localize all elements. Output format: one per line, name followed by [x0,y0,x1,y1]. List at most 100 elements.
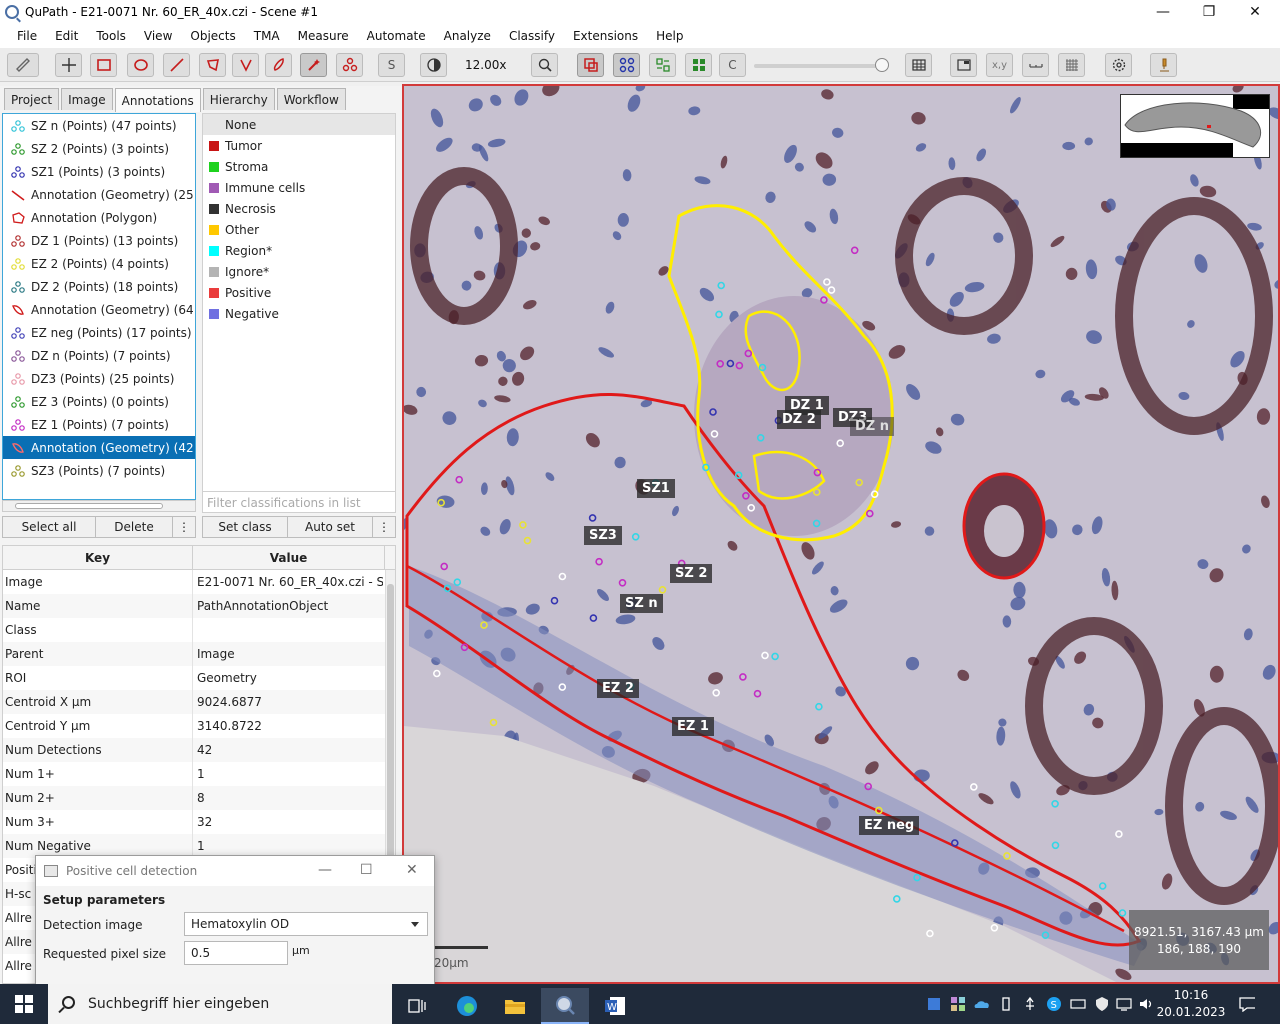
show-grid-button[interactable] [905,53,932,77]
class-list-item[interactable]: Ignore* [203,261,395,282]
points-tool-button[interactable] [336,53,363,77]
task-view-button[interactable] [393,988,441,1024]
class-list-item[interactable]: Region* [203,240,395,261]
pixel-size-input[interactable]: 0.5 [184,941,288,965]
roi-label-sz1[interactable]: SZ1 [637,479,675,498]
table-row[interactable]: Name PathAnnotationObject [3,594,395,618]
file-explorer-button[interactable] [491,988,539,1024]
move-tool-button[interactable] [55,53,82,77]
menu-tools[interactable]: Tools [87,29,135,43]
annotation-list-item[interactable]: EZ 3 (Points) (0 points) [3,390,195,413]
table-row[interactable]: Centroid Y µm 3140.8722 [3,714,395,738]
maximize-button[interactable]: ❐ [1186,0,1232,24]
show-overview-button[interactable] [950,53,977,77]
menu-classify[interactable]: Classify [500,29,564,43]
value-column-header[interactable]: Value [193,546,385,569]
fill-detections-button[interactable] [685,53,712,77]
table-row[interactable]: Num 3+ 32 [3,810,395,834]
dialog-maximize-button[interactable]: ☐ [360,862,373,878]
close-button[interactable]: ✕ [1232,0,1278,24]
edge-browser-button[interactable] [443,988,491,1024]
annotation-list-item[interactable]: DZ 1 (Points) (13 points) [3,229,195,252]
security-shield-icon[interactable] [1094,996,1110,1012]
annotation-list-item[interactable]: Annotation (Geometry) (25 obj [3,183,195,206]
ellipse-tool-button[interactable] [127,53,154,77]
measure-tool-button[interactable] [7,53,39,77]
roi-label-sz2[interactable]: SZ 2 [670,564,713,583]
class-list-item[interactable]: None [203,114,395,135]
auto-set-button[interactable]: Auto set [287,516,373,538]
class-list-item[interactable]: Negative [203,303,395,324]
show-detections-button[interactable] [649,53,676,77]
taskbar-clock[interactable]: 10:16 20.01.2023 [1155,987,1227,1021]
roi-label-ez1[interactable]: EZ 1 [672,717,714,736]
menu-automate[interactable]: Automate [358,29,435,43]
class-more-button[interactable]: ⋮ [372,516,396,538]
roi-label-sz3[interactable]: SZ3 [584,526,622,545]
menu-analyze[interactable]: Analyze [435,29,500,43]
tray-grid-icon[interactable] [950,996,966,1012]
table-row[interactable]: Class [3,618,395,642]
wand-tool-button[interactable] [300,53,327,77]
annotation-list-item[interactable]: EZ 2 (Points) (4 points) [3,252,195,275]
class-list-item[interactable]: Immune cells [203,177,395,198]
menu-objects[interactable]: Objects [181,29,244,43]
tab-project[interactable]: Project [4,88,60,110]
annotation-list[interactable]: SZ n (Points) (47 points) SZ 2 (Points) (… [2,113,196,500]
opacity-slider-track[interactable] [754,64,888,68]
annotation-list-item[interactable]: SZ 2 (Points) (3 points) [3,137,195,160]
wired-network-icon[interactable] [1116,996,1132,1012]
key-column-header[interactable]: Key [3,546,193,569]
tab-annotations[interactable]: Annotations [114,88,201,112]
start-button[interactable] [0,984,48,1024]
usb-icon[interactable] [1022,996,1038,1012]
tray-app-icon[interactable] [926,996,942,1012]
rectangle-tool-button[interactable] [90,53,117,77]
brightness-contrast-button[interactable] [420,53,447,77]
tissue-image[interactable] [404,86,1280,984]
delete-button[interactable]: Delete [95,516,173,538]
table-row[interactable]: Num 1+ 1 [3,762,395,786]
annotation-list-item[interactable]: EZ neg (Points) (17 points) [3,321,195,344]
class-filter-input[interactable]: Filter classifications in list [202,491,396,513]
annotation-list-item[interactable]: DZ n (Points) (7 points) [3,344,195,367]
roi-label-dz2[interactable]: DZ 2 [777,410,821,429]
annotation-list-item[interactable]: DZ3 (Points) (25 points) [3,367,195,390]
preferences-button[interactable] [1105,53,1132,77]
menu-help[interactable]: Help [647,29,692,43]
annotation-list-item[interactable]: SZ n (Points) (47 points) [3,114,195,137]
annotation-list-item[interactable]: SZ3 (Points) (7 points) [3,459,195,482]
tab-hierarchy[interactable]: Hierarchy [202,88,275,110]
menu-measure[interactable]: Measure [289,29,358,43]
class-list-item[interactable]: Tumor [203,135,395,156]
brush-tool-button[interactable] [265,53,292,77]
skype-icon[interactable]: S [1046,996,1062,1012]
show-annotations-button[interactable] [577,53,604,77]
volume-icon[interactable] [1138,996,1154,1012]
show-pixel-grid-button[interactable] [1058,53,1085,77]
class-list-item[interactable]: Positive [203,282,395,303]
detection-image-select[interactable]: Hematoxylin OD [184,912,428,936]
class-list-item[interactable]: Stroma [203,156,395,177]
zoom-to-fit-button[interactable] [531,53,558,77]
notifications-icon[interactable] [1239,996,1255,1012]
roi-label-dzn[interactable]: DZ n [850,417,894,436]
table-row[interactable]: Image E21-0071 Nr. 60_ER_40x.czi - Sce... [3,570,395,594]
roi-label-ezneg[interactable]: EZ neg [859,816,920,835]
battery-icon[interactable] [998,996,1014,1012]
selection-mode-button[interactable]: S [378,53,405,77]
annotation-more-button[interactable]: ⋮ [172,516,196,538]
overview-thumbnail[interactable] [1120,94,1270,158]
menu-edit[interactable]: Edit [46,29,87,43]
set-class-button[interactable]: Set class [202,516,288,538]
taskbar-search-input[interactable]: Suchbegriff hier eingeben [48,984,392,1024]
classification-list[interactable]: None Tumor Stroma Immune cells Necrosis Other… [202,113,396,493]
line-tool-button[interactable] [163,53,190,77]
dialog-close-button[interactable]: ✕ [406,862,418,878]
menu-tma[interactable]: TMA [245,29,289,43]
show-tma-grid-button[interactable] [613,53,640,77]
menu-extensions[interactable]: Extensions [564,29,647,43]
tab-workflow[interactable]: Workflow [276,88,346,110]
select-all-button[interactable]: Select all [2,516,96,538]
tab-image[interactable]: Image [61,88,113,110]
